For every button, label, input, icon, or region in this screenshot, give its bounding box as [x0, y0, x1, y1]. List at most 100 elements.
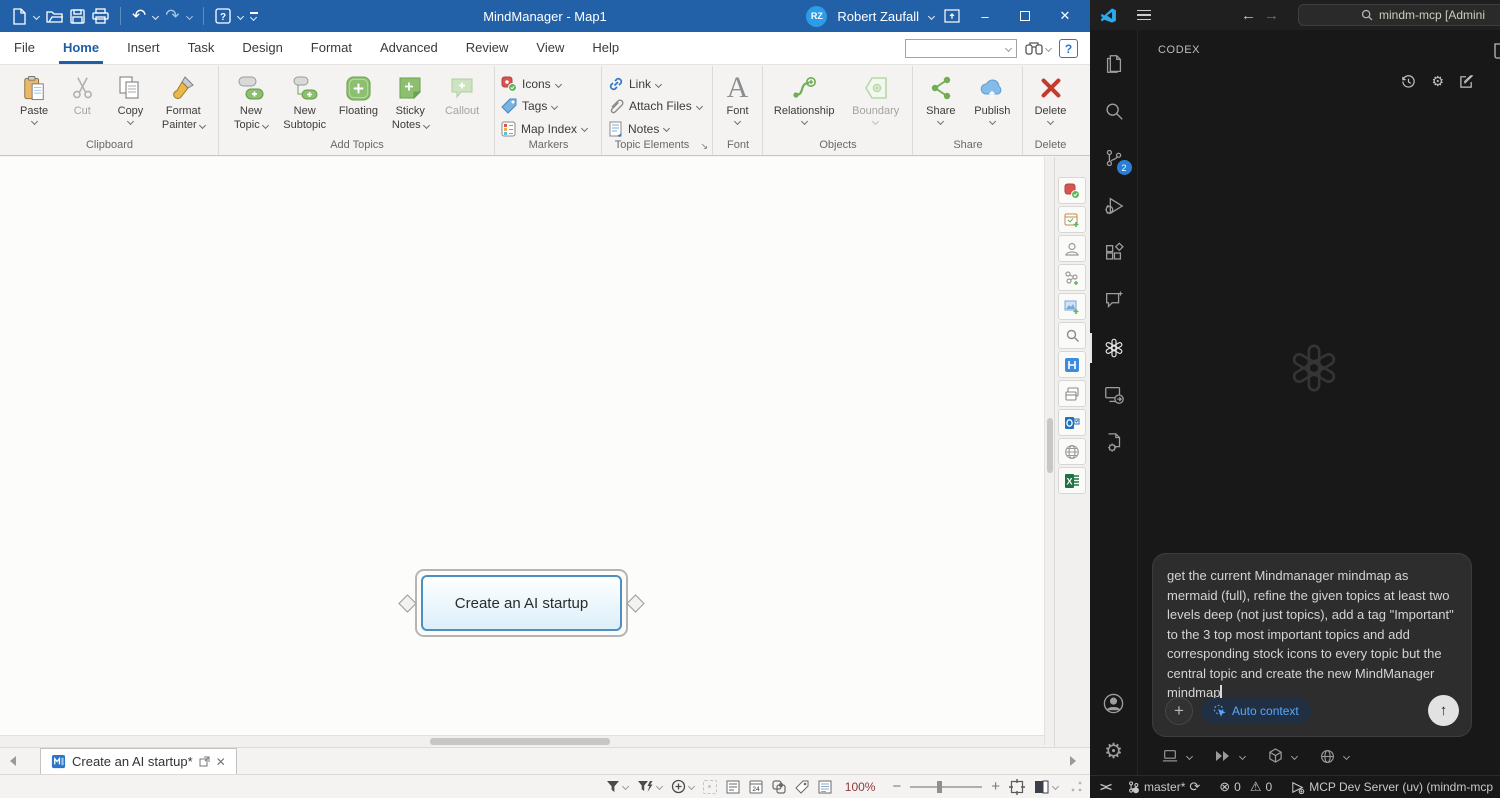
tab-review[interactable]: Review [452, 33, 523, 64]
extensions-icon[interactable] [1090, 229, 1138, 276]
relationship-chevron-icon[interactable] [801, 118, 808, 125]
sync-icon[interactable]: ⟳ [1189, 779, 1200, 795]
attach-files-chevron-icon[interactable] [696, 103, 703, 110]
link-chevron-icon[interactable] [655, 81, 662, 88]
open-button[interactable] [46, 5, 63, 27]
command-center-search[interactable]: mindm-mcp [Admini [1298, 4, 1500, 26]
vertical-scrollbar-thumb[interactable] [1047, 418, 1053, 473]
new-view-button[interactable] [671, 778, 694, 796]
schedule-view-button[interactable]: 24 [749, 778, 763, 796]
avatar[interactable]: RZ [806, 6, 827, 27]
tab-view[interactable]: View [522, 33, 578, 64]
zoom-in-button[interactable]: + [991, 778, 1000, 795]
customize-toolbar-icon[interactable] [250, 5, 258, 27]
tab-scroll-left-icon[interactable] [10, 756, 16, 766]
central-topic[interactable]: Create an AI startup [421, 575, 622, 631]
zoom-slider[interactable] [910, 780, 982, 794]
font-button[interactable]: A Font [719, 70, 756, 124]
reasoning-globe-icon[interactable] [1320, 749, 1335, 764]
search-input[interactable] [905, 39, 1017, 58]
explorer-icon[interactable] [1090, 40, 1138, 87]
paste-button[interactable]: Paste [10, 70, 58, 124]
attach-files-button[interactable]: Attach Files [608, 96, 702, 116]
model-cube-icon[interactable] [1268, 748, 1283, 764]
sticky-notes-chevron-icon[interactable] [423, 122, 430, 129]
user-name[interactable]: Robert Zaufall [837, 9, 919, 24]
add-topic-handle-left[interactable] [398, 594, 416, 612]
popout-icon[interactable] [199, 756, 210, 767]
share-chevron-icon[interactable] [937, 118, 944, 125]
new-document-chevron-icon[interactable] [33, 12, 40, 19]
settings-gear-icon[interactable]: ⚙ [1090, 728, 1138, 775]
tab-scroll-right-icon[interactable] [1070, 756, 1076, 766]
warnings-status[interactable]: ⚠0 [1250, 779, 1272, 795]
run-debug-icon[interactable] [1090, 182, 1138, 229]
notes-view-button[interactable] [818, 778, 832, 796]
map-index-button[interactable]: Map Index [501, 119, 587, 139]
filter-button[interactable] [606, 778, 628, 796]
copy-chevron-icon[interactable] [127, 118, 134, 125]
new-topic-chevron-icon[interactable] [262, 122, 269, 129]
map-index-chevron-icon[interactable] [581, 125, 588, 132]
publish-chevron-icon[interactable] [989, 118, 996, 125]
power-filter-button[interactable] [637, 778, 662, 796]
icons-chevron-icon[interactable] [555, 81, 562, 88]
tab-help[interactable]: Help [578, 33, 633, 64]
delete-button[interactable]: Delete [1029, 70, 1072, 124]
menu-icon[interactable] [1137, 10, 1151, 20]
fit-map-button[interactable] [1009, 778, 1025, 796]
outlook-pane-tab[interactable] [1058, 409, 1086, 436]
close-tab-icon[interactable]: ✕ [216, 755, 226, 769]
ribbon-display-options-icon[interactable] [944, 9, 960, 23]
speed-mode-icon[interactable] [1215, 750, 1231, 762]
remote-indicator[interactable]: >< [1100, 780, 1110, 794]
user-menu-chevron-icon[interactable] [928, 12, 935, 19]
ribbon-help-button[interactable]: ? [1059, 39, 1078, 58]
paste-chevron-icon[interactable] [31, 118, 38, 125]
source-control-icon[interactable]: 2 [1090, 135, 1138, 182]
environment-chevron-icon[interactable] [1186, 752, 1193, 759]
floating-topic-button[interactable]: Floating [333, 70, 385, 118]
debug-task-status[interactable]: MCP Dev Server (uv) (mindm-mcp [1291, 780, 1493, 794]
tab-design[interactable]: Design [228, 33, 296, 64]
search-sidebar-icon[interactable] [1090, 87, 1138, 134]
zoom-out-button[interactable]: − [892, 778, 901, 795]
notes-button[interactable]: Notes [608, 119, 669, 139]
help-button[interactable]: ? [215, 5, 231, 27]
sticky-notes-button[interactable]: Sticky Notes [384, 70, 436, 132]
nav-back-icon[interactable]: ← [1241, 7, 1256, 24]
resources-pane-tab[interactable] [1058, 235, 1086, 262]
task-info-pane-tab[interactable] [1058, 206, 1086, 233]
publish-button[interactable]: Publish [969, 70, 1016, 124]
send-button[interactable]: ↑ [1428, 695, 1459, 726]
close-button[interactable]: ✕ [1050, 4, 1080, 28]
web-pane-tab[interactable] [1058, 438, 1086, 465]
undo-button[interactable]: ↶ [132, 5, 146, 27]
codex-openai-icon[interactable] [1090, 324, 1138, 371]
copy-button[interactable]: Copy [106, 70, 154, 124]
relationship-button[interactable]: Relationship [769, 70, 839, 124]
font-chevron-icon[interactable] [734, 118, 741, 125]
share-button[interactable]: Share [919, 70, 963, 124]
copilot-chat-icon[interactable] [1090, 277, 1138, 324]
new-topic-button[interactable]: New Topic [225, 70, 277, 132]
accounts-icon[interactable] [1090, 680, 1138, 727]
tab-home[interactable]: Home [49, 33, 113, 64]
icon-markers-pane-tab[interactable] [1058, 177, 1086, 204]
environment-icon[interactable] [1162, 749, 1178, 763]
undo-chevron-icon[interactable] [152, 12, 159, 19]
speed-mode-chevron-icon[interactable] [1239, 752, 1246, 759]
icons-button[interactable]: Icons [501, 74, 561, 94]
tags-chevron-icon[interactable] [551, 103, 558, 110]
panel-toggle-button[interactable] [1034, 778, 1058, 796]
tab-advanced[interactable]: Advanced [366, 33, 452, 64]
link-button[interactable]: Link [608, 74, 661, 94]
excel-pane-tab[interactable]: X [1058, 467, 1086, 494]
document-tab[interactable]: Create an AI startup* ✕ [40, 748, 237, 774]
vertical-scrollbar[interactable] [1044, 157, 1054, 745]
format-painter-button[interactable]: Format Painter [155, 70, 212, 132]
tab-file[interactable]: File [0, 33, 49, 64]
linked-maps-button[interactable] [772, 778, 786, 796]
print-button[interactable] [92, 5, 109, 27]
chat-input-box[interactable]: get the current Mindmanager mindmap as m… [1152, 553, 1472, 737]
